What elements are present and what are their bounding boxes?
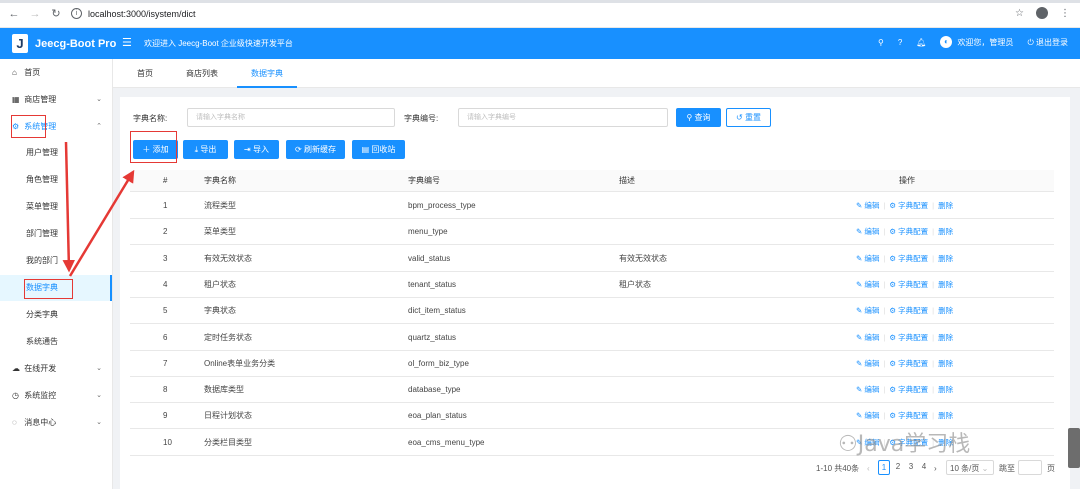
arrow-to-dictionary: [62, 141, 76, 273]
edge-thumbnail: [1068, 428, 1080, 468]
wechat-icon: ⚇: [838, 432, 858, 457]
arrow-to-add: [68, 169, 135, 277]
annotation-arrows: [62, 141, 135, 277]
watermark-text: Java学习栈: [857, 432, 971, 457]
watermark: ⚇Java学习栈: [838, 426, 970, 458]
